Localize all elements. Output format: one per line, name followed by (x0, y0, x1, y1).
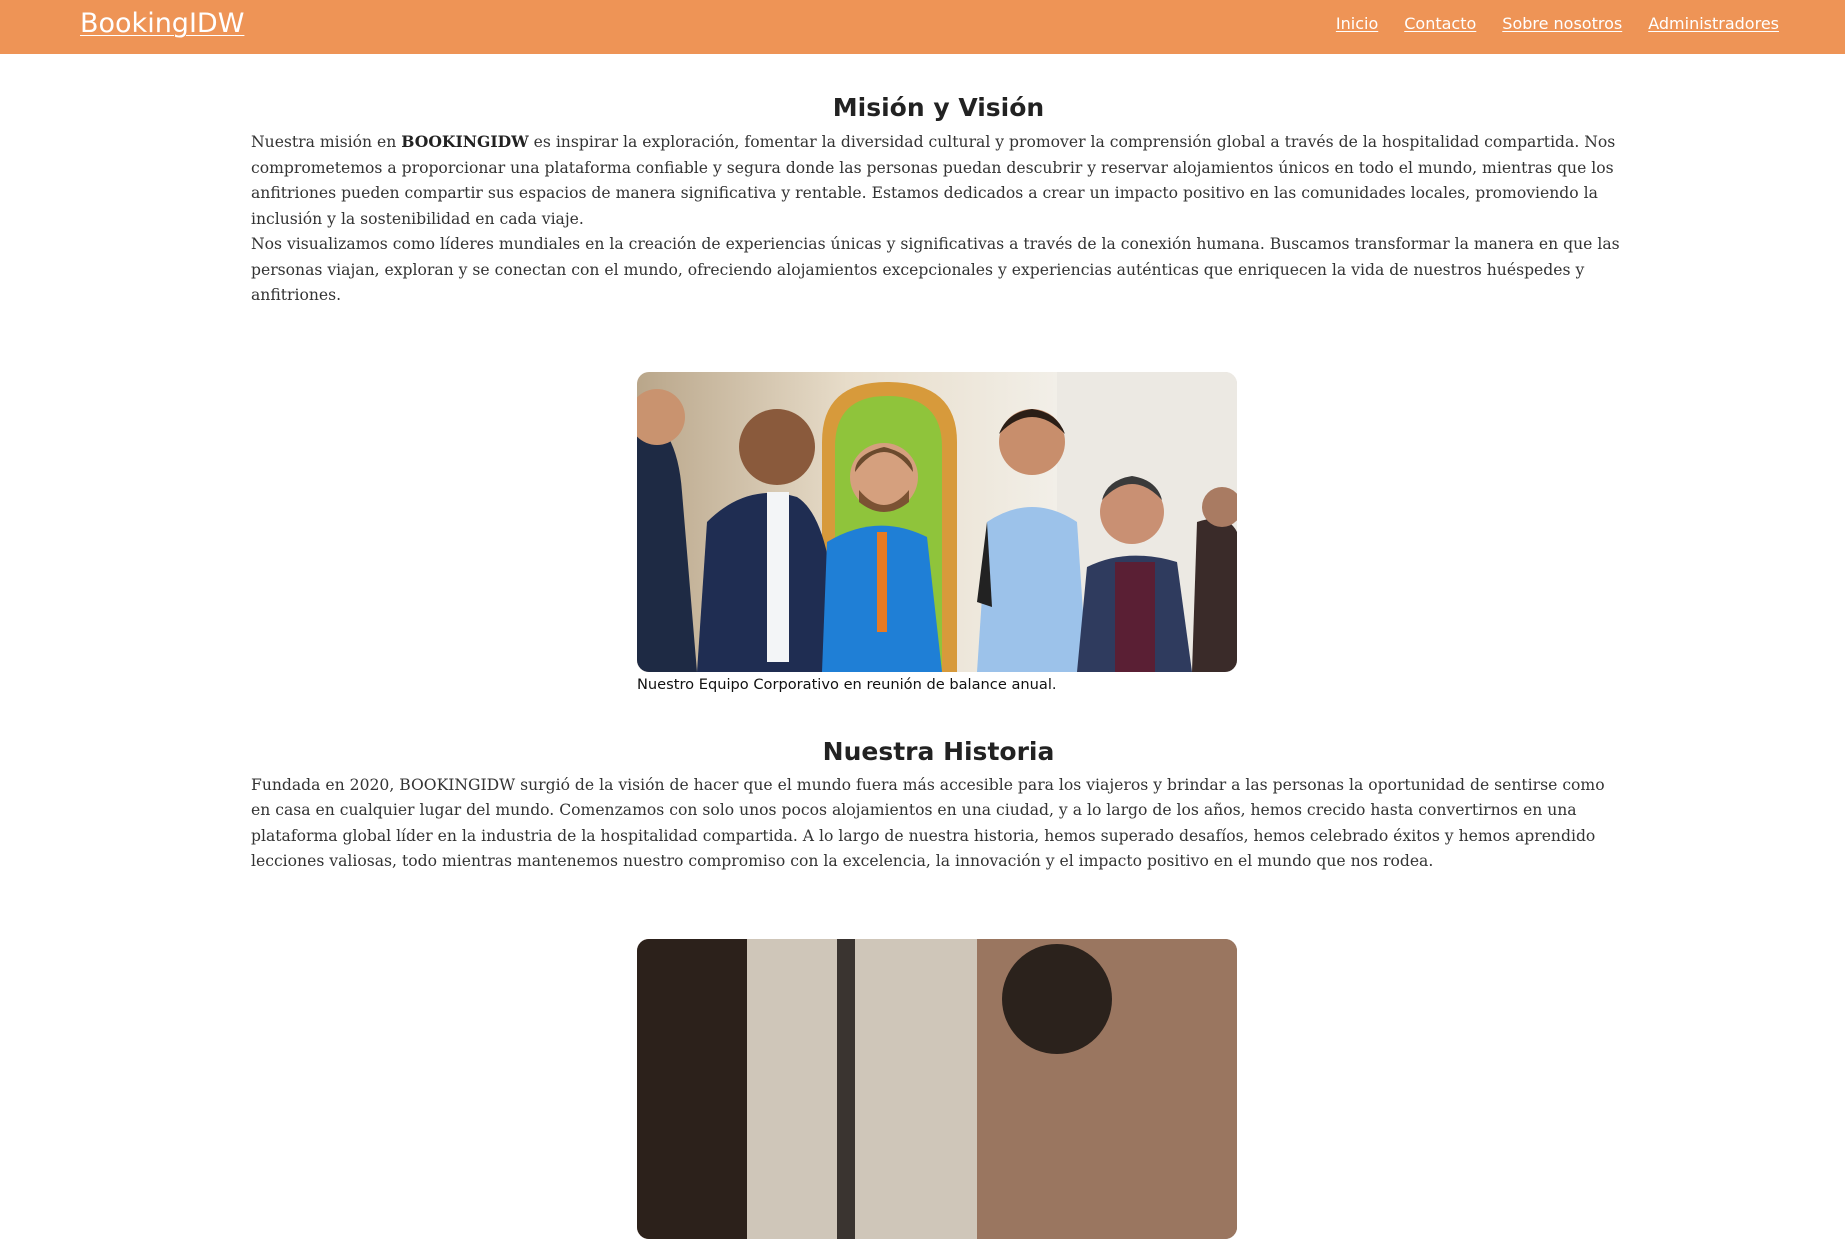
nav-link-administradores[interactable]: Administradores (1648, 14, 1779, 34)
vision-paragraph: Nos visualizamos como líderes mundiales … (251, 235, 1620, 304)
main-content: Misión y Visión Nuestra misión en BOOKIN… (251, 90, 1626, 1239)
history-photo (637, 938, 1237, 1239)
nav-link-sobre-nosotros[interactable]: Sobre nosotros (1502, 14, 1622, 34)
mission-title: Misión y Visión (832, 93, 1045, 122)
mission-paragraph: Nuestra misión en BOOKINGIDW es inspirar… (251, 129, 1626, 232)
top-navbar: BookingIDW Inicio Contacto Sobre nosotro… (0, 0, 1845, 54)
team-photo-caption: Nuestro Equipo Corporativo en reunión de… (637, 675, 1057, 693)
nav-link-inicio[interactable]: Inicio (1336, 14, 1378, 34)
brand-name-bold: BOOKINGIDW (401, 132, 529, 151)
history-title: Nuestra Historia (822, 736, 1055, 766)
brand-logo-link[interactable]: BookingIDW (80, 8, 244, 40)
nav-links: Inicio Contacto Sobre nosotros Administr… (1336, 14, 1779, 34)
nav-link-contacto[interactable]: Contacto (1404, 14, 1476, 34)
team-photo (637, 371, 1237, 672)
team-figure: Nuestro Equipo Corporativo en reunión de… (637, 371, 1237, 695)
history-photo-illustration (637, 938, 1237, 1239)
team-photo-illustration (637, 371, 1237, 672)
history-paragraph: Fundada en 2020, BOOKINGIDW surgió de la… (251, 775, 1605, 871)
history-figure (637, 938, 1237, 1239)
mission-text-start: Nuestra misión en (251, 133, 402, 151)
